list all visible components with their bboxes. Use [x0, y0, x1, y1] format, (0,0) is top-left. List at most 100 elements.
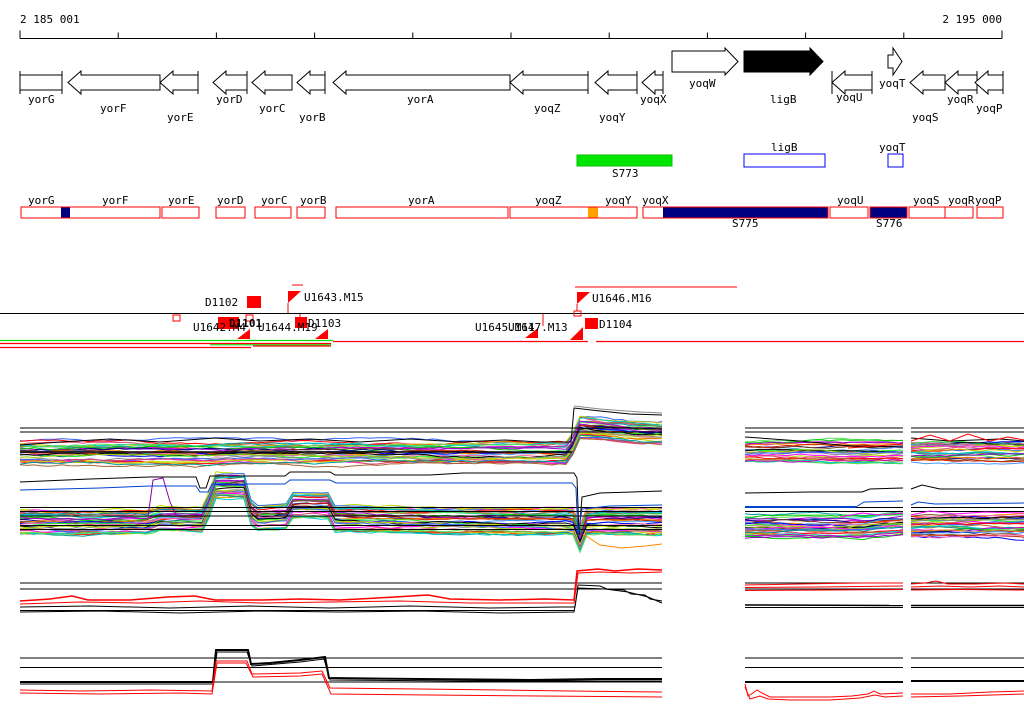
gene-feature-yorD[interactable]: yorD: [212, 69, 248, 106]
red-track-label-yoqZ: yoqZ: [535, 194, 562, 207]
profile-highlight-line: [855, 500, 904, 508]
segment-yoqT[interactable]: yoqT: [879, 141, 906, 168]
segment-outline-box[interactable]: [976, 206, 1004, 219]
gene-feature-yorA[interactable]: yorA: [332, 69, 511, 106]
gene-arrow-yorE[interactable]: [159, 69, 199, 96]
segment-outline-box[interactable]: [254, 206, 292, 219]
gene-arrow-yoqR[interactable]: [944, 69, 978, 96]
gene-arrow-yorC[interactable]: [251, 69, 293, 96]
gene-feature-yoqS[interactable]: yoqS: [909, 69, 946, 124]
gene-feature-yorG[interactable]: yorG: [19, 71, 63, 106]
gene-label-yorA: yorA: [407, 93, 434, 106]
genome-browser-view: 2 185 001 2 195 000 yorG yorF yorE yorD yorC…: [0, 0, 1024, 714]
gene-arrow-yoqP[interactable]: [974, 69, 1004, 96]
gene-label-yoqT: yoqT: [879, 77, 906, 90]
profile-highlight-line: [744, 604, 904, 607]
segment-label-yoqT: yoqT: [879, 141, 906, 154]
gene-feature-yoqW[interactable]: yoqW: [671, 46, 739, 90]
profile-highlight-line: [19, 568, 663, 602]
profile-highlight-line: [744, 487, 904, 494]
profile-panel-2: [19, 471, 1024, 554]
segment-outline-box[interactable]: [944, 206, 974, 219]
segment-S773[interactable]: S773: [576, 154, 673, 180]
profile-line: [19, 416, 663, 444]
segment-outline-box[interactable]: [20, 206, 161, 219]
gene-feature-yorF[interactable]: yorF: [67, 69, 161, 115]
gene-label-yorG: yorG: [28, 93, 55, 106]
red-segment-track: yorG yorF yorE yorD yorC yorB yorA yoqZ yoqY yoqX…: [20, 194, 1004, 230]
gene-label-yorE: yorE: [167, 111, 194, 124]
profile-panel-1: [19, 405, 1024, 468]
red-track-label-yoqX: yoqX: [642, 194, 669, 207]
probe-label-U1647.M13: U1647.M13: [508, 321, 568, 334]
gene-feature-yoqR[interactable]: yoqR: [944, 69, 978, 106]
profile-highlight-line: [744, 683, 904, 698]
gene-label-yoqS: yoqS: [912, 111, 939, 124]
red-track-label-S775: S775: [732, 217, 759, 230]
red-track-label-yoqS: yoqS: [913, 194, 940, 207]
gene-arrow-yoqS[interactable]: [909, 69, 946, 96]
red-track-label-yoqP: yoqP: [975, 194, 1002, 207]
gene-arrow-yoqT[interactable]: [887, 46, 903, 77]
gene-feature-yoqT[interactable]: yoqT: [879, 46, 906, 90]
segment-fill[interactable]: [61, 207, 70, 218]
segment-outline-box[interactable]: [829, 206, 869, 219]
gene-feature-yoqP[interactable]: yoqP: [974, 69, 1004, 115]
gene-arrow-yorF[interactable]: [67, 69, 161, 96]
probe-marker-box[interactable]: [585, 318, 598, 329]
red-track-label-yoqY: yoqY: [605, 194, 632, 207]
gene-feature-yoqX[interactable]: yoqX: [640, 69, 667, 106]
genome-browser-canvas: 2 185 001 2 195 000 yorG yorF yorE yorD yorC…: [0, 13, 1024, 701]
segment-box-yoqT[interactable]: [887, 153, 904, 168]
segment-outline-box[interactable]: [335, 206, 509, 219]
gene-arrow-yorB[interactable]: [296, 69, 326, 96]
gene-feature-yorB[interactable]: yorB: [296, 69, 326, 124]
segment-outline-box[interactable]: [908, 206, 946, 219]
segment-track: S773 ligB yoqT: [576, 141, 906, 180]
red-track-label-yorG: yorG: [28, 194, 55, 207]
gene-feature-yorE[interactable]: yorE: [159, 69, 199, 124]
segment-outline-box[interactable]: [296, 206, 326, 219]
probe-marker-flag[interactable]: [288, 291, 301, 303]
probe-label-U1646.M16: U1646.M16: [592, 292, 652, 305]
gene-feature-yoqU[interactable]: yoqU: [831, 69, 873, 104]
segment-label-ligB: ligB: [771, 141, 798, 154]
probe-marker-open-box[interactable]: [172, 314, 181, 322]
profile-highlight-line: [910, 588, 1024, 591]
segment-outline-box[interactable]: [509, 206, 638, 219]
gene-arrow-yoqW[interactable]: [671, 46, 739, 77]
gene-feature-yoqY[interactable]: yoqY: [594, 69, 638, 124]
probe-marker-flag[interactable]: [577, 292, 590, 304]
probe-marker-box[interactable]: [247, 296, 261, 308]
gene-label-yoqR: yoqR: [947, 93, 974, 106]
probe-marker-flag[interactable]: [570, 327, 583, 340]
gene-arrow-yoqY[interactable]: [594, 69, 638, 96]
segment-outline-box[interactable]: [215, 206, 246, 219]
profile-panel-4: [19, 649, 1024, 701]
profile-highlight-line: [910, 437, 1024, 442]
gene-feature-yoqZ[interactable]: yoqZ: [509, 69, 589, 115]
profile-highlight-line: [19, 407, 663, 446]
segment-box-ligB[interactable]: [743, 153, 826, 168]
profile-highlight-line: [910, 484, 1024, 490]
gene-label-yorB: yorB: [299, 111, 326, 124]
gene-arrow-yorG[interactable]: [19, 74, 63, 91]
probe-label-D1102: D1102: [205, 296, 238, 309]
segment-ligB[interactable]: ligB: [743, 141, 826, 168]
segment-outline-box[interactable]: [161, 206, 200, 219]
red-track-label-yorA: yorA: [408, 194, 435, 207]
red-track-label-yorB: yorB: [300, 194, 327, 207]
red-track-label-yorC: yorC: [261, 194, 288, 207]
gene-arrow-yoqZ[interactable]: [509, 69, 589, 96]
profile-highlight-line: [19, 660, 663, 693]
gene-label-yoqZ: yoqZ: [534, 102, 561, 115]
segment-fill[interactable]: [588, 207, 598, 218]
gene-arrow-ligB[interactable]: [743, 46, 824, 77]
gene-feature-yorC[interactable]: yorC: [251, 69, 293, 115]
gene-feature-ligB[interactable]: ligB: [743, 46, 824, 106]
gene-arrow-yoqX[interactable]: [641, 69, 664, 96]
segment-box-S773[interactable]: [576, 154, 673, 167]
gene-arrow-yorA[interactable]: [332, 69, 511, 96]
gene-arrow-yorD[interactable]: [212, 69, 248, 96]
gene-arrow-track: yorG yorF yorE yorD yorC yorB yorA yoqZ yoqY yoqX…: [19, 46, 1004, 124]
